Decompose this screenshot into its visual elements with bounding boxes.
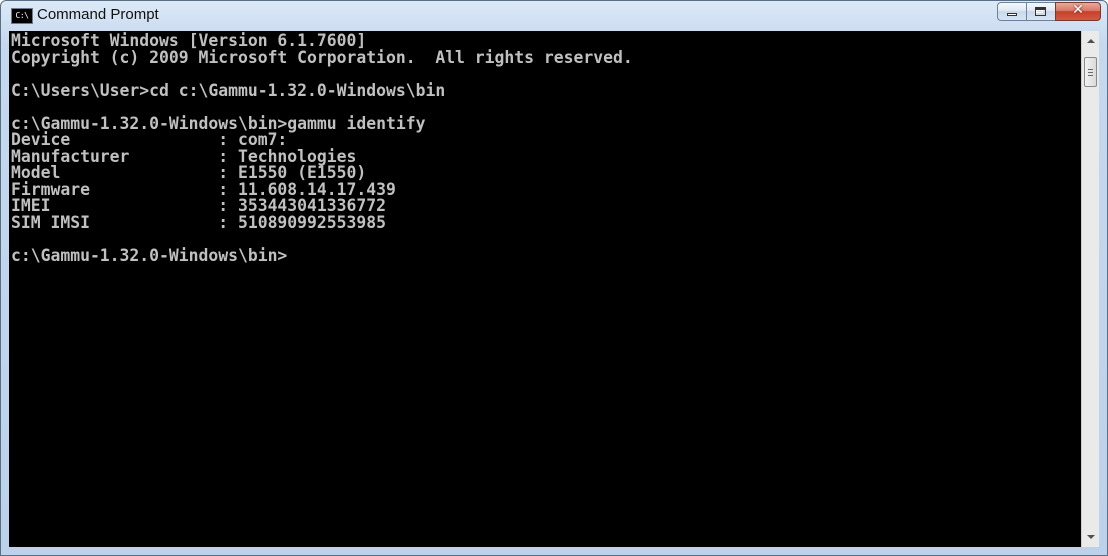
cmd-icon[interactable]: C:\	[11, 8, 33, 24]
minimize-icon	[1007, 13, 1017, 16]
grip-line	[1088, 72, 1093, 73]
close-button[interactable]: ✕	[1055, 2, 1101, 21]
grip-line	[1088, 69, 1093, 70]
close-icon: ✕	[1072, 2, 1084, 18]
console-line: C:\Users\User>cd c:\Gammu-1.32.0-Windows…	[11, 80, 446, 100]
scroll-down-arrow-icon[interactable]	[1087, 535, 1095, 539]
caption-buttons: ✕	[997, 2, 1101, 22]
maximize-button[interactable]	[1026, 2, 1055, 21]
minimize-button[interactable]	[997, 2, 1026, 21]
grip-line	[1088, 75, 1093, 76]
vertical-scrollbar[interactable]	[1081, 31, 1099, 547]
console-prompt-line: c:\Gammu-1.32.0-Windows\bin>	[11, 245, 288, 265]
scroll-up-arrow-icon[interactable]	[1087, 39, 1095, 43]
window-title: Command Prompt	[37, 6, 159, 23]
command-prompt-window: C:\ Command Prompt ✕ Microsoft Windows […	[0, 0, 1108, 556]
console-output[interactable]: Microsoft Windows [Version 6.1.7600] Copy…	[9, 31, 1081, 547]
console-line: Copyright (c) 2009 Microsoft Corporation…	[11, 47, 633, 67]
scrollbar-thumb[interactable]	[1084, 57, 1097, 87]
maximize-icon	[1035, 7, 1046, 16]
console-text: Microsoft Windows [Version 6.1.7600] Copy…	[9, 31, 1081, 264]
title-bar[interactable]: C:\ Command Prompt ✕	[1, 1, 1107, 31]
console-line: SIM IMSI : 510890992553985	[11, 212, 386, 232]
